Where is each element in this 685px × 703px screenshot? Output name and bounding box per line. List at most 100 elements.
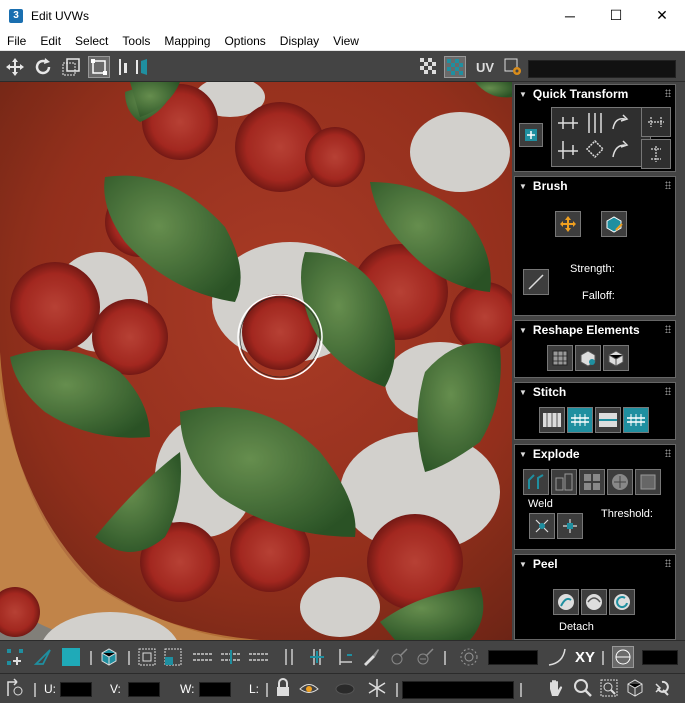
show-icon[interactable]	[334, 677, 356, 699]
close-button[interactable]: ✕	[639, 0, 685, 31]
transform-mode-icon[interactable]	[519, 123, 543, 147]
menu-display[interactable]: Display	[273, 34, 326, 48]
rollout-title: Brush	[532, 179, 568, 193]
rollout-header[interactable]: ▼ Explode	[515, 445, 675, 463]
rollout-quick-transform: ▼ Quick Transform	[514, 84, 676, 172]
rollout-title: Stitch	[532, 385, 567, 399]
rollout-header[interactable]: ▼ Brush	[515, 177, 675, 195]
freeform-icon[interactable]	[88, 56, 110, 78]
paint-shrink-icon[interactable]	[414, 646, 436, 668]
menu-view[interactable]: View	[326, 34, 366, 48]
limit-icon[interactable]	[612, 646, 634, 668]
loop-icon[interactable]	[192, 646, 214, 668]
move-icon[interactable]	[4, 56, 26, 78]
freeze-icon[interactable]	[366, 677, 388, 699]
grow-selection-icon[interactable]	[136, 646, 158, 668]
rollout-header[interactable]: ▼ Stitch	[515, 383, 675, 401]
texture-map-icon[interactable]	[444, 56, 466, 78]
title-bar: 3 Edit UVWs ─ ☐ ✕	[0, 0, 685, 31]
scale-icon[interactable]	[60, 56, 82, 78]
panel-scrollbar[interactable]	[679, 82, 685, 640]
rollout-stitch: ▼ Stitch	[514, 382, 676, 440]
settings-icon[interactable]	[502, 56, 524, 78]
falloff-curve-icon[interactable]	[546, 646, 568, 668]
menu-file[interactable]: File	[0, 34, 33, 48]
checker-icon[interactable]	[418, 56, 440, 78]
selection-sets-dropdown[interactable]	[402, 681, 514, 699]
rollout-title: Reshape Elements	[532, 323, 640, 337]
limit-value[interactable]	[642, 650, 678, 665]
stitch-average-icon[interactable]	[595, 407, 621, 433]
select-element-icon[interactable]	[98, 646, 120, 668]
shrink-selection-icon[interactable]	[162, 646, 184, 668]
align-horizontal-icon[interactable]	[641, 107, 671, 137]
stitch-custom-icon[interactable]	[539, 407, 565, 433]
zoom-icon[interactable]	[572, 677, 594, 699]
absolute-relative-icon[interactable]	[4, 677, 26, 699]
box-reshape-icon[interactable]	[603, 345, 629, 371]
relax-brush-icon[interactable]	[601, 211, 627, 237]
lock-icon[interactable]	[272, 677, 294, 699]
explode-by-smoothing-icon[interactable]	[579, 469, 605, 495]
flip-icon[interactable]	[134, 56, 150, 78]
zoom-extents-icon[interactable]	[624, 677, 646, 699]
stitch-to-target-icon[interactable]	[623, 407, 649, 433]
stitch-to-source-icon[interactable]	[567, 407, 593, 433]
menu-select[interactable]: Select	[68, 34, 115, 48]
hide-icon[interactable]	[298, 677, 320, 699]
maximize-button[interactable]: ☐	[593, 0, 639, 31]
zoom-region-icon[interactable]	[598, 677, 620, 699]
rollout-header[interactable]: ▼ Peel	[515, 555, 675, 573]
w-field[interactable]	[199, 682, 231, 697]
rollout-header[interactable]: ▼ Reshape Elements	[515, 321, 675, 339]
weld-target-icon[interactable]	[557, 513, 583, 539]
select-edge-icon[interactable]	[32, 646, 54, 668]
menu-tools[interactable]: Tools	[115, 34, 157, 48]
ring-icon[interactable]	[278, 646, 300, 668]
paint-select-icon[interactable]	[360, 646, 382, 668]
u-label: U:	[44, 682, 56, 696]
minimize-button[interactable]: ─	[547, 0, 593, 31]
u-field[interactable]	[60, 682, 92, 697]
shrink-loop-icon[interactable]	[248, 646, 270, 668]
v-field[interactable]	[128, 682, 160, 697]
align-vertical-icon[interactable]	[641, 139, 671, 169]
mirror-icon[interactable]	[116, 56, 130, 78]
relax-icon[interactable]	[575, 345, 601, 371]
menu-options[interactable]: Options	[217, 34, 272, 48]
menu-edit[interactable]: Edit	[33, 34, 68, 48]
grow-ring-icon[interactable]	[306, 646, 328, 668]
paint-move-icon[interactable]	[555, 211, 581, 237]
rotate-icon[interactable]	[32, 56, 54, 78]
reset-peel-icon[interactable]	[609, 589, 635, 615]
uv-mode-button[interactable]: UV	[472, 56, 498, 78]
align-tools-grid	[551, 107, 651, 167]
break-icon[interactable]	[523, 469, 549, 495]
shrink-ring-icon[interactable]	[334, 646, 356, 668]
rollout-header[interactable]: ▼ Quick Transform	[515, 85, 675, 103]
quick-peel-icon[interactable]	[553, 589, 579, 615]
rollout-title: Explode	[532, 447, 580, 461]
select-vertex-icon[interactable]	[4, 646, 26, 668]
weld-label: Weld	[528, 498, 553, 510]
xy-space-button[interactable]: XY	[572, 646, 598, 668]
soft-selection-value[interactable]	[488, 650, 538, 665]
grow-loop-icon[interactable]	[220, 646, 242, 668]
brush-falloff-icon[interactable]	[523, 269, 549, 295]
paint-grow-icon[interactable]	[388, 646, 410, 668]
map-dropdown[interactable]	[528, 60, 676, 78]
explode-to-regions-icon[interactable]	[551, 469, 577, 495]
pan-icon[interactable]	[544, 677, 566, 699]
flatten-by-polygon-icon[interactable]	[635, 469, 661, 495]
menu-mapping[interactable]: Mapping	[157, 34, 217, 48]
explode-by-material-icon[interactable]	[607, 469, 633, 495]
snap-icon[interactable]	[652, 677, 674, 699]
menu-bar: File Edit Select Tools Mapping Options D…	[0, 31, 685, 51]
uv-viewport[interactable]	[0, 82, 512, 640]
threshold-label: Threshold:	[601, 508, 653, 520]
straighten-icon[interactable]	[547, 345, 573, 371]
peel-mode-icon[interactable]	[581, 589, 607, 615]
weld-selected-icon[interactable]	[529, 513, 555, 539]
select-face-icon[interactable]	[60, 646, 82, 668]
soft-selection-icon[interactable]	[458, 646, 480, 668]
